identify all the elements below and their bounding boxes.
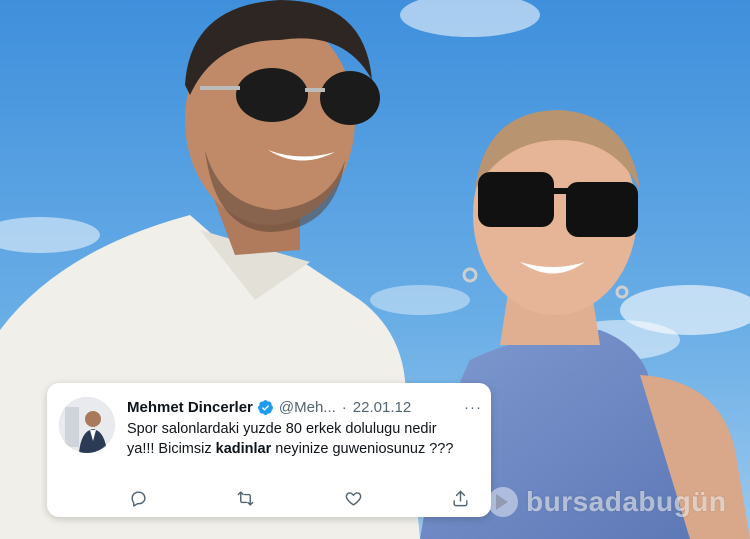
author-name[interactable]: Mehmet Dincerler bbox=[127, 399, 253, 416]
tweet-text: Spor salonlardaki yuzde 80 erkek dolulug… bbox=[127, 419, 467, 459]
tweet-date[interactable]: 22.01.12 bbox=[353, 399, 411, 416]
avatar-image bbox=[59, 397, 115, 453]
watermark: bursadabugün bbox=[486, 482, 726, 522]
retweet-icon bbox=[237, 490, 254, 506]
tweet-text-part2: neyinize guweniosunuz ??? bbox=[271, 441, 454, 457]
author-handle[interactable]: @Meh... bbox=[279, 399, 336, 416]
tweet-card[interactable]: Mehmet Dincerler @Meh... · 22.01.12 ··· … bbox=[47, 383, 491, 517]
reply-button[interactable] bbox=[127, 487, 149, 509]
share-icon bbox=[453, 490, 469, 506]
share-button[interactable] bbox=[450, 487, 472, 509]
watermark-logo-icon bbox=[488, 487, 518, 517]
watermark-text: bursadabugün bbox=[526, 486, 727, 517]
tweet-header: Mehmet Dincerler @Meh... · 22.01.12 ··· bbox=[127, 397, 482, 417]
avatar[interactable] bbox=[59, 397, 115, 453]
like-icon bbox=[345, 491, 362, 506]
like-button[interactable] bbox=[342, 487, 364, 509]
verified-badge-icon bbox=[257, 399, 273, 415]
retweet-button[interactable] bbox=[235, 487, 257, 509]
tweet-actions bbox=[127, 487, 472, 509]
tweet-text-bold: kadinlar bbox=[215, 441, 272, 457]
reply-icon bbox=[130, 490, 146, 507]
more-options-icon[interactable]: ··· bbox=[464, 399, 482, 416]
header-separator: · bbox=[341, 398, 347, 416]
